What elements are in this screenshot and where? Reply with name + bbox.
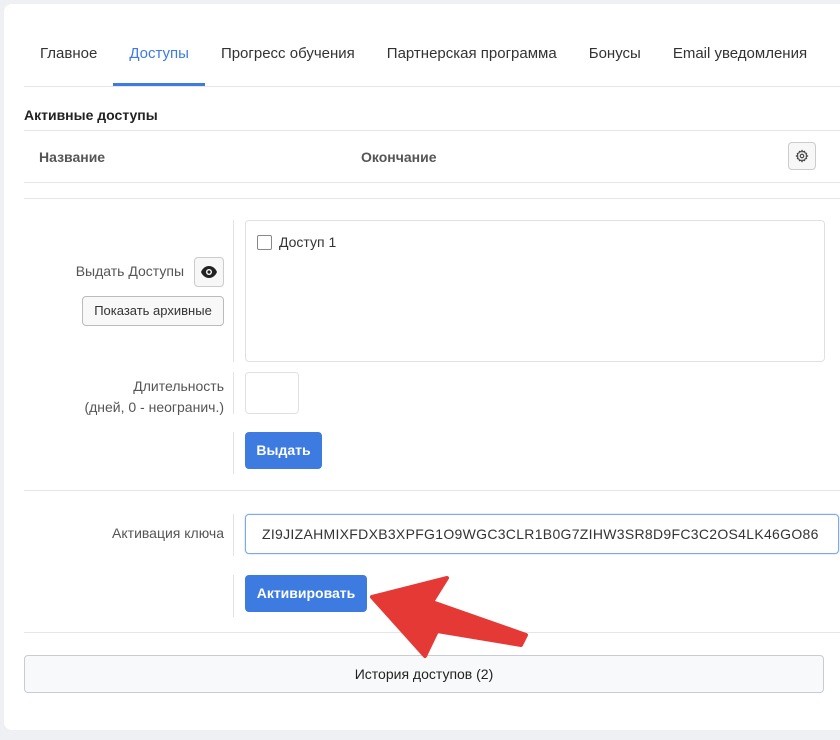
form-divider <box>233 514 234 556</box>
eye-icon <box>201 266 217 278</box>
column-end-date[interactable]: Окончание <box>361 149 436 165</box>
duration-label-line1: Длительность <box>133 378 224 394</box>
form-divider <box>233 575 234 617</box>
access-option[interactable]: Доступ 1 <box>257 234 336 250</box>
duration-label: Длительность (дней, 0 - неогранич.) <box>24 376 224 418</box>
user-card: Главное Доступы Прогресс обучения Партне… <box>4 4 840 730</box>
divider <box>24 490 840 491</box>
tab-email-notifications[interactable]: Email уведомления <box>657 32 823 84</box>
form-divider <box>233 220 234 362</box>
access-history-button[interactable]: История доступов (2) <box>24 655 824 693</box>
tab-bar: Главное Доступы Прогресс обучения Партне… <box>24 32 840 87</box>
active-access-title: Активные доступы <box>24 107 158 123</box>
tab-access[interactable]: Доступы <box>113 32 205 86</box>
gear-icon <box>795 149 809 163</box>
table-settings-button[interactable] <box>788 142 816 170</box>
access-option-label: Доступ 1 <box>279 234 337 250</box>
column-name[interactable]: Название <box>39 149 105 165</box>
activation-key-input[interactable]: ZI9JIZAHMIXFDXB3XPFG1O9WGC3CLR1B0G7ZIHW3… <box>245 514 839 554</box>
divider <box>24 198 840 199</box>
divider <box>24 632 840 633</box>
activate-button[interactable]: Активировать <box>245 575 367 612</box>
access-options-box: Доступ 1 <box>245 220 825 362</box>
duration-label-line2: (дней, 0 - неогранич.) <box>84 399 224 415</box>
form-divider <box>233 372 234 414</box>
active-access-table-header: Название Окончание <box>24 130 840 183</box>
duration-input[interactable] <box>245 372 299 414</box>
show-archived-button[interactable]: Показать архивные <box>82 296 224 326</box>
access-option-checkbox[interactable] <box>257 234 272 250</box>
tab-bonuses[interactable]: Бонусы <box>573 32 657 84</box>
tab-main[interactable]: Главное <box>24 32 113 84</box>
form-divider <box>233 432 234 474</box>
toggle-visibility-button[interactable] <box>194 257 224 287</box>
tab-learning-progress[interactable]: Прогресс обучения <box>205 32 371 84</box>
grant-button[interactable]: Выдать <box>245 432 322 469</box>
grant-access-label: Выдать Доступы <box>75 263 184 279</box>
key-activation-label: Активация ключа <box>112 525 224 541</box>
tab-partner-program[interactable]: Партнерская программа <box>371 32 573 84</box>
